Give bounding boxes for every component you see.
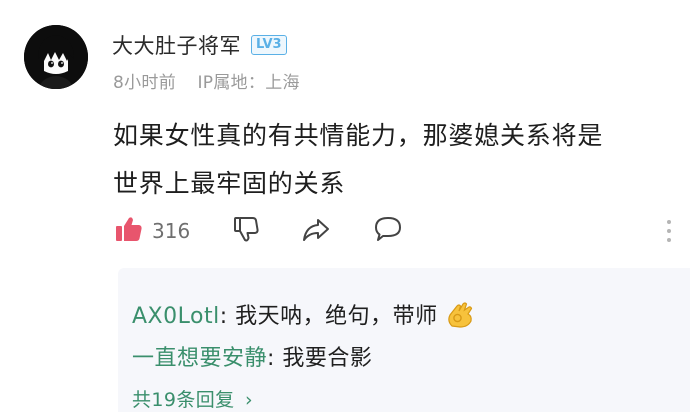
comment-icon — [372, 214, 404, 248]
reply-separator: : — [219, 304, 236, 329]
reply-item[interactable]: 一直想要安静: 我要合影 — [132, 340, 372, 372]
more-vertical-icon[interactable] — [666, 218, 672, 244]
view-all-replies-label: 共19条回复 — [132, 389, 235, 411]
level-badge: LV3 — [251, 35, 287, 55]
username[interactable]: 大大肚子将军 — [112, 30, 241, 60]
avatar-image — [24, 25, 88, 89]
thumb-up-icon — [114, 214, 144, 248]
comment-text: 如果女性真的有共情能力，那婆媳关系将是 世界上最牢固的关系 — [113, 112, 673, 208]
comment-meta: 8小时前 IP属地：上海 — [113, 68, 300, 93]
view-all-replies-link[interactable]: 共19条回复 › — [132, 385, 253, 412]
thumb-down-icon — [232, 214, 262, 248]
reply-item[interactable]: AX0Lotl: 我天呐，绝句，带师 — [132, 298, 476, 335]
dislike-button[interactable] — [232, 214, 262, 248]
reply-text: 我要合影 — [282, 346, 373, 371]
reply-username[interactable]: 一直想要安静 — [132, 346, 267, 371]
avatar[interactable] — [24, 25, 88, 89]
chevron-right-icon: › — [245, 389, 254, 411]
like-count: 316 — [152, 219, 191, 243]
share-button[interactable] — [300, 214, 332, 248]
like-button[interactable]: 316 — [114, 214, 190, 248]
reply-separator: : — [267, 346, 283, 371]
reply-preview-box[interactable]: AX0Lotl: 我天呐，绝句，带师 一直想要安静: 我要合影 共19条回复 › — [118, 268, 690, 412]
username-row: 大大肚子将军 LV3 — [112, 31, 287, 59]
comment-page: 大大肚子将军 LV3 8小时前 IP属地：上海 如果女性真的有共情能力，那婆媳关… — [0, 0, 690, 412]
ip-location: IP属地：上海 — [197, 73, 300, 93]
comment-text-line-1: 如果女性真的有共情能力，那婆媳关系将是 — [113, 121, 604, 150]
ok-hand-emoji-icon — [444, 299, 476, 335]
comment-actions: 316 — [114, 214, 674, 248]
reply-button[interactable] — [372, 214, 404, 248]
reply-text: 我天呐，绝句，带师 — [235, 304, 438, 329]
comment-time: 8小时前 — [113, 73, 177, 93]
reply-username[interactable]: AX0Lotl — [132, 304, 220, 329]
comment-text-line-2: 世界上最牢固的关系 — [113, 169, 346, 198]
share-icon — [300, 214, 332, 248]
